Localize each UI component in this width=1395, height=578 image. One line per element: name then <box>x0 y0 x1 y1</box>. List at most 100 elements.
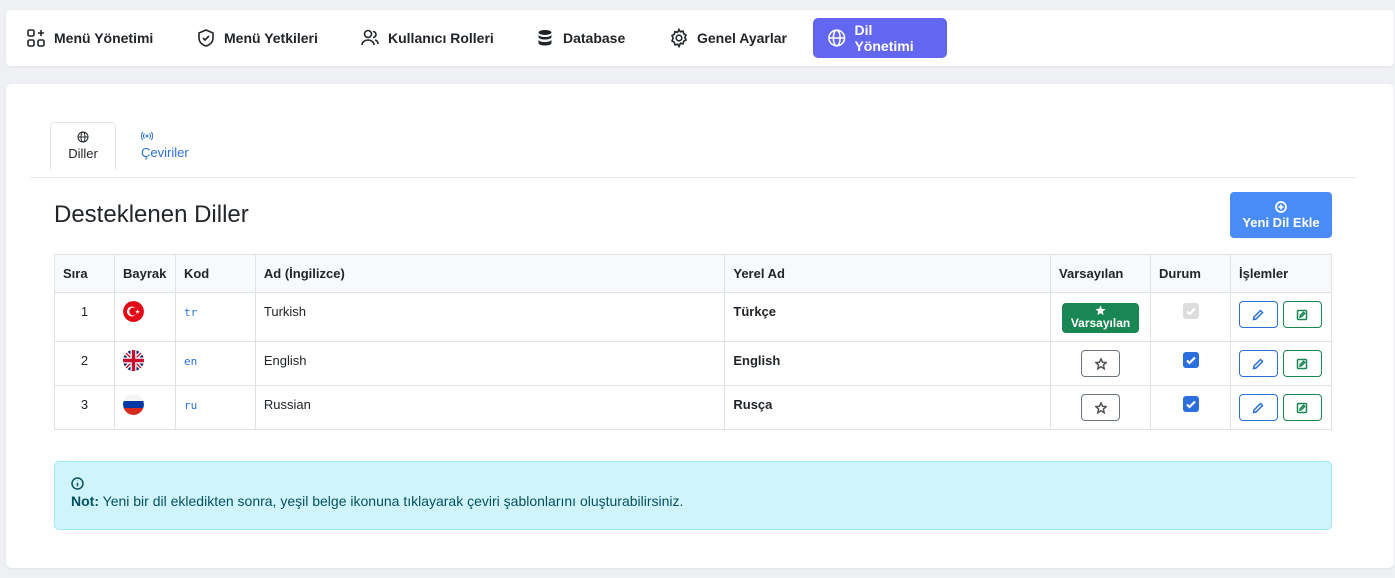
column-header: İşlemler <box>1229 254 1333 293</box>
nav-label: Database <box>563 30 626 46</box>
tab-translations[interactable]: Çeviriler <box>141 122 189 170</box>
actions-cell <box>1229 385 1333 430</box>
flag-cell <box>113 292 176 342</box>
nav-label: Menü Yönetimi <box>54 30 154 46</box>
create-translations-button[interactable] <box>1282 301 1322 328</box>
russia-flag <box>122 394 144 415</box>
database-icon <box>538 30 552 46</box>
turkey-flag <box>122 301 144 322</box>
language-native-name: Rusça <box>724 385 1052 430</box>
nav-label: Kullanıcı Rolleri <box>388 30 494 46</box>
edit-button[interactable] <box>1238 301 1278 328</box>
edit-button[interactable] <box>1238 350 1278 377</box>
default-cell <box>1050 385 1152 430</box>
document-edit-icon <box>1296 358 1308 369</box>
nav-menu-permissions[interactable]: Menü Yetkileri <box>182 18 332 58</box>
column-header: Durum <box>1150 254 1231 293</box>
actions-cell <box>1229 341 1333 386</box>
set-default-button[interactable] <box>1081 350 1121 377</box>
status-cell <box>1150 341 1231 386</box>
column-header: Sıra <box>54 254 115 293</box>
info-icon <box>71 477 84 490</box>
flag-cell <box>113 341 176 386</box>
tab-languages[interactable]: Diller <box>50 122 116 170</box>
default-cell: Varsayılan <box>1050 292 1152 342</box>
info-note: Not: Yeni bir dil ekledikten sonra, yeşi… <box>54 461 1332 530</box>
nav-label: Dil Yönetimi <box>854 22 914 54</box>
default-cell <box>1050 341 1152 386</box>
language-name-en: Turkish <box>254 292 726 342</box>
nav-general-settings[interactable]: Genel Ayarlar <box>655 18 801 58</box>
status-checkbox[interactable] <box>1182 396 1199 412</box>
language-native-name: English <box>724 341 1052 386</box>
document-edit-icon <box>1296 402 1308 413</box>
table-row: 2 en English English <box>54 341 1333 386</box>
language-name-en: Russian <box>254 385 726 430</box>
default-badge: Varsayılan <box>1062 303 1140 333</box>
check-icon <box>1185 356 1196 365</box>
check-icon <box>1185 400 1196 409</box>
column-header: Varsayılan <box>1050 254 1152 293</box>
star-icon <box>1095 305 1106 316</box>
row-order: 2 <box>54 341 115 386</box>
language-code: tr <box>183 306 198 319</box>
nav-database[interactable]: Database <box>521 18 639 58</box>
add-language-label: Yeni Dil Ekle <box>1242 214 1320 230</box>
shield-check-icon <box>198 29 214 47</box>
broadcast-icon <box>141 131 153 141</box>
tab-label: Diller <box>68 146 98 161</box>
language-code: ru <box>183 399 198 412</box>
nav-user-roles[interactable]: Kullanıcı Rolleri <box>346 18 508 58</box>
note-text: Yeni bir dil ekledikten sonra, yeşil bel… <box>102 493 684 509</box>
globe-icon <box>828 29 846 47</box>
column-header: Kod <box>174 254 256 293</box>
column-header: Yerel Ad <box>724 254 1052 293</box>
gear-icon <box>670 28 688 48</box>
row-order: 1 <box>54 292 115 342</box>
status-cell <box>1150 385 1231 430</box>
document-edit-icon <box>1296 309 1308 320</box>
flag-cell <box>113 385 176 430</box>
edit-button[interactable] <box>1238 394 1278 421</box>
column-header: Bayrak <box>113 254 176 293</box>
star-outline-icon <box>1094 357 1107 370</box>
table-row: 3 ru Russian Rusça <box>54 385 1333 430</box>
grid-plus-icon <box>27 29 45 47</box>
tab-label: Çeviriler <box>141 145 189 160</box>
top-navigation: Menü Yönetimi Menü Yetkileri Kullanıcı R… <box>6 10 1394 66</box>
nav-language-management[interactable]: Dil Yönetimi <box>813 18 947 58</box>
set-default-button[interactable] <box>1081 394 1121 421</box>
language-name-en: English <box>254 341 726 386</box>
column-header: Ad (İngilizce) <box>254 254 726 293</box>
status-checkbox[interactable] <box>1182 303 1199 319</box>
tab-divider <box>30 177 1356 178</box>
nav-label: Genel Ayarlar <box>697 30 788 46</box>
nav-label: Menü Yetkileri <box>224 30 318 46</box>
pencil-icon <box>1253 357 1265 369</box>
globe-icon <box>77 131 89 143</box>
plus-circle-icon <box>1275 200 1287 213</box>
main-card: Diller Çeviriler Desteklenen Diller Yeni… <box>6 84 1394 568</box>
table-row: 1 tr Turkish Türkçe Varsayılan <box>54 292 1333 342</box>
star-outline-icon <box>1094 401 1107 414</box>
create-translations-button[interactable] <box>1282 394 1322 421</box>
page-title: Desteklenen Diller <box>54 201 249 228</box>
pencil-icon <box>1253 401 1265 413</box>
uk-flag <box>122 350 144 371</box>
table-header-row: Sıra Bayrak Kod Ad (İngilizce) Yerel Ad … <box>54 254 1333 293</box>
languages-table: Sıra Bayrak Kod Ad (İngilizce) Yerel Ad … <box>54 254 1333 430</box>
row-order: 3 <box>54 385 115 430</box>
language-native-name: Türkçe <box>724 292 1052 342</box>
pencil-icon <box>1253 308 1265 320</box>
actions-cell <box>1229 292 1333 342</box>
note-label: Not: <box>71 493 99 509</box>
add-language-button[interactable]: Yeni Dil Ekle <box>1230 192 1332 238</box>
nav-menu-management[interactable]: Menü Yönetimi <box>12 18 167 58</box>
status-checkbox[interactable] <box>1182 352 1199 368</box>
create-translations-button[interactable] <box>1282 350 1322 377</box>
default-badge-label: Varsayılan <box>1070 316 1131 330</box>
users-icon <box>361 29 379 46</box>
language-code: en <box>183 355 198 368</box>
status-cell <box>1150 292 1231 342</box>
check-icon <box>1185 307 1196 316</box>
